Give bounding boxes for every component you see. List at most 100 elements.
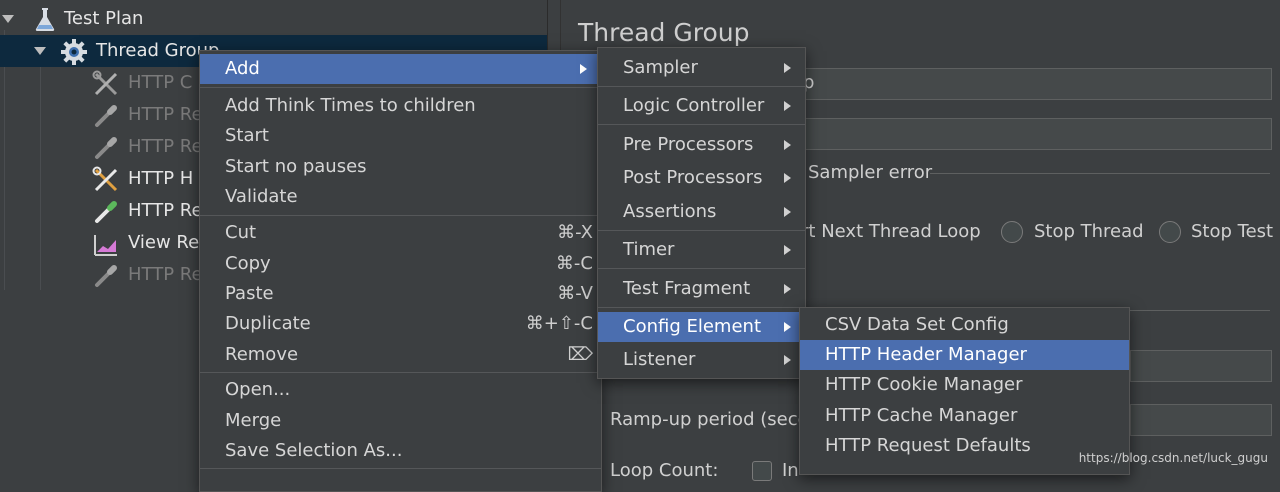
menu-item-remove[interactable]: Remove ⌦ [200,340,601,370]
menu-item-http-cookie-manager[interactable]: HTTP Cookie Manager [800,370,1129,400]
tree-item-label: HTTP H [128,168,194,189]
menu-item-label: Duplicate [225,313,311,334]
menu-separator [200,215,601,216]
menu-item-label: Assertions [623,201,717,222]
menu-item-validate[interactable]: Validate [200,182,601,212]
menu-item-label: Save Selection As... [225,440,403,461]
menu-separator [200,468,601,469]
menu-separator [598,307,805,308]
menu-item-label: HTTP Cookie Manager [825,374,1023,395]
menu-separator [598,124,805,125]
submenu-arrow-icon [784,101,791,111]
start-next-loop-label: art Next Thread Loop [790,221,981,242]
stop-thread-radio[interactable] [1001,221,1023,243]
menu-item-add[interactable]: Add [200,54,601,84]
tree-item-label: Test Plan [64,8,144,29]
tree-item-label: HTTP Re [128,200,203,221]
pipette-icon [92,198,118,224]
menu-item-add-think-times[interactable]: Add Think Times to children [200,91,601,121]
tree-item-label: HTTP Re [128,136,203,157]
menu-item-test-fragment[interactable]: Test Fragment [598,274,805,304]
tree-item-test-plan[interactable]: Test Plan [0,3,547,35]
group-border [1130,310,1270,311]
stop-thread-label: Stop Thread [1034,221,1144,242]
menu-item-label: CSV Data Set Config [825,314,1009,335]
menu-item-save-selection[interactable]: Save Selection As... [200,436,601,466]
menu-item-listener[interactable]: Listener [598,345,805,375]
loop-count-label: Loop Count: [610,460,719,481]
submenu-arrow-icon [784,322,791,332]
submenu-arrow-icon [784,355,791,365]
menu-item-label: Remove [225,344,299,365]
panel-title: Thread Group [578,18,750,47]
tree-item-label: HTTP Re [128,104,203,125]
graph-icon [92,230,118,256]
menu-item-http-cache-manager[interactable]: HTTP Cache Manager [800,401,1129,431]
stop-test-radio[interactable] [1159,221,1181,243]
submenu-arrow-icon [580,64,587,74]
ramp-up-field[interactable] [1130,404,1272,436]
menu-item-csv-data-set-config[interactable]: CSV Data Set Config [800,310,1129,340]
tree-item-label: HTTP Re [128,264,203,285]
submenu-arrow-icon [784,284,791,294]
tools-icon [92,166,118,192]
menu-separator [200,372,601,373]
menu-item-post-processors[interactable]: Post Processors [598,163,805,193]
menu-item-http-header-manager[interactable]: HTTP Header Manager [800,340,1129,370]
submenu-arrow-icon [784,140,791,150]
comments-field[interactable] [790,118,1272,150]
tools-icon [92,70,118,96]
sampler-error-label: Sampler error [808,162,933,183]
menu-item-paste[interactable]: Paste ⌘-V [200,279,601,309]
menu-item-copy[interactable]: Copy ⌘-C [200,249,601,279]
menu-item-assertions[interactable]: Assertions [598,197,805,227]
menu-item-open[interactable]: Open... [200,375,601,405]
menu-item-label: Sampler [623,57,698,78]
shortcut-label: ⌘-C [555,253,593,274]
submenu-arrow-icon [784,245,791,255]
menu-separator [598,230,805,231]
context-menu: Add Add Think Times to children Start St… [199,50,602,492]
menu-item-sampler[interactable]: Sampler [598,53,805,83]
menu-item-label: Start no pauses [225,156,367,177]
pipette-icon [92,102,118,128]
menu-item-start[interactable]: Start [200,121,601,151]
shortcut-label: ⌘+⇧-C [525,313,593,334]
add-submenu: Sampler Logic Controller Pre Processors … [597,47,806,379]
menu-item-label: Timer [623,239,675,260]
menu-item-label: Pre Processors [623,134,754,155]
menu-item-start-no-pauses[interactable]: Start no pauses [200,152,601,182]
menu-separator [598,86,805,87]
shortcut-label: ⌘-X [557,222,593,243]
menu-item-label: Add Think Times to children [225,95,476,116]
expand-triangle-icon[interactable] [34,47,46,55]
name-field[interactable] [790,68,1272,100]
menu-item-label: HTTP Request Defaults [825,435,1031,456]
gear-icon [60,38,87,65]
menu-separator [598,268,805,269]
infinite-checkbox[interactable] [752,461,772,481]
menu-item-logic-controller[interactable]: Logic Controller [598,91,805,121]
menu-item-label: HTTP Header Manager [825,344,1027,365]
threads-field[interactable] [1130,350,1272,382]
submenu-arrow-icon [784,63,791,73]
ramp-up-label: Ramp-up period (seco [610,409,809,430]
menu-item-label: Copy [225,253,271,274]
menu-item-config-element[interactable]: Config Element [598,312,805,342]
menu-separator [200,87,601,88]
menu-item-timer[interactable]: Timer [598,235,805,265]
menu-item-label: Validate [225,186,298,207]
menu-item-merge[interactable]: Merge [200,406,601,436]
config-element-submenu: CSV Data Set Config HTTP Header Manager … [799,307,1130,475]
menu-item-cut[interactable]: Cut ⌘-X [200,218,601,248]
infinite-label: In [782,460,799,481]
delete-key-icon: ⌦ [567,344,593,365]
expand-triangle-icon[interactable] [2,15,14,23]
watermark: https://blog.csdn.net/luck_gugu [1078,451,1268,465]
menu-item-label: HTTP Cache Manager [825,405,1018,426]
pipette-icon [92,134,118,160]
menu-item-label: Open... [225,379,291,400]
menu-item-pre-processors[interactable]: Pre Processors [598,130,805,160]
menu-item-duplicate[interactable]: Duplicate ⌘+⇧-C [200,309,601,339]
tree-item-label: HTTP C [128,72,193,93]
